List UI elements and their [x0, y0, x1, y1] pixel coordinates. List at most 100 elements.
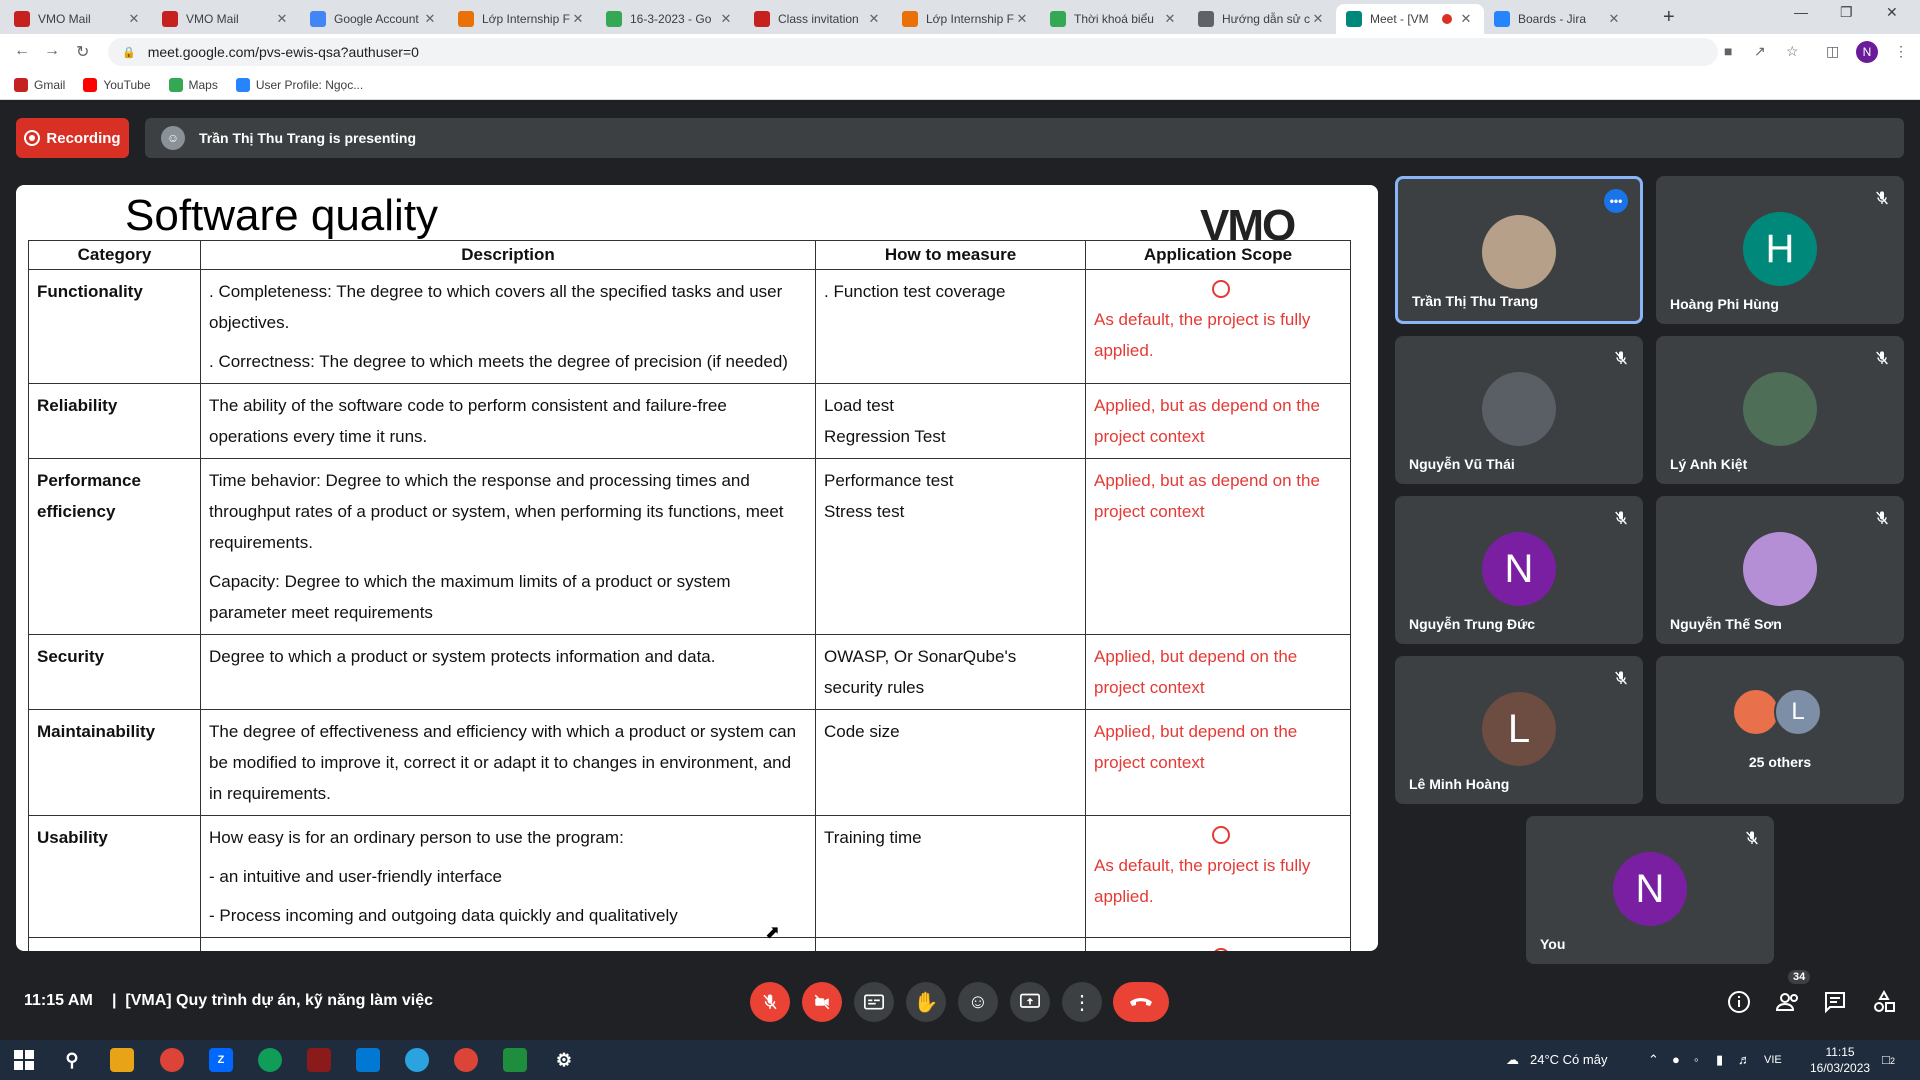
wifi-icon[interactable]: ◦	[1694, 1052, 1699, 1067]
measure-line: . Function test coverage	[824, 282, 1006, 301]
weather-icon[interactable]: ☁	[1506, 1052, 1519, 1068]
chat-icon[interactable]	[1823, 990, 1847, 1014]
browser-tab[interactable]: Hướng dẫn sử c ✕	[1188, 4, 1336, 34]
scope-text: Applied, but as depend on the project co…	[1094, 396, 1320, 446]
tab-close-icon[interactable]: ✕	[570, 11, 586, 27]
menu-kebab-icon[interactable]: ⋮	[1894, 43, 1908, 60]
bookmark-item[interactable]: Gmail	[14, 77, 66, 92]
search-icon[interactable]: ⚲	[60, 1048, 84, 1072]
weather-text[interactable]: 24°C Có mây	[1530, 1052, 1607, 1067]
tray-mic-icon[interactable]: ●	[1672, 1052, 1680, 1067]
activities-icon[interactable]	[1872, 989, 1896, 1014]
camera-off-button[interactable]	[802, 982, 842, 1022]
recording-dot-icon	[1442, 14, 1452, 24]
bookmark-star-icon[interactable]: ☆	[1786, 43, 1799, 60]
sidepanel-icon[interactable]: ◫	[1826, 43, 1839, 60]
participant-tile[interactable]: N Nguyễn Trung Đức	[1395, 496, 1643, 644]
leave-call-button[interactable]	[1113, 982, 1169, 1022]
sheets-icon[interactable]	[503, 1048, 527, 1072]
browser-tab[interactable]: VMO Mail ✕	[4, 4, 152, 34]
language-indicator[interactable]: VIE	[1764, 1054, 1782, 1066]
bookmark-item[interactable]: Maps	[168, 77, 218, 92]
video-off-icon	[814, 994, 830, 1010]
minimize-icon[interactable]: —	[1794, 4, 1808, 20]
browser-tab[interactable]: VMO Mail ✕	[152, 4, 300, 34]
browser-tab[interactable]: Boards - Jira ✕	[1484, 4, 1632, 34]
bookmark-label: Gmail	[34, 77, 66, 92]
participant-tile[interactable]: H Hoàng Phi Hùng	[1656, 176, 1904, 324]
tray-chevron-icon[interactable]: ⌃	[1648, 1052, 1659, 1068]
tab-close-icon[interactable]: ✕	[274, 11, 290, 27]
bookmark-item[interactable]: User Profile: Ngọc...	[235, 77, 363, 92]
people-icon[interactable]	[1775, 990, 1799, 1014]
captions-button[interactable]	[854, 982, 894, 1022]
browser-tab[interactable]: Google Account ✕	[300, 4, 448, 34]
volume-icon[interactable]: ♬	[1738, 1052, 1751, 1067]
new-tab-icon[interactable]: +	[1663, 6, 1675, 29]
tab-close-icon[interactable]: ✕	[1162, 11, 1178, 27]
chrome-icon[interactable]	[160, 1048, 184, 1072]
reactions-button[interactable]: ☺	[958, 982, 998, 1022]
muted-mic-icon	[1613, 510, 1629, 526]
telegram-icon[interactable]	[405, 1048, 429, 1072]
raise-hand-button[interactable]: ✋	[906, 982, 946, 1022]
tab-close-icon[interactable]: ✕	[1458, 11, 1474, 27]
tab-close-icon[interactable]: ✕	[1310, 11, 1326, 27]
info-icon[interactable]	[1727, 990, 1751, 1014]
maximize-icon[interactable]: ❐	[1840, 4, 1853, 21]
tab-close-icon[interactable]: ✕	[866, 11, 882, 27]
description-line: . Correctness: The degree to which meets…	[209, 352, 788, 371]
row-scope: As default, the project is fully applied…	[1085, 269, 1351, 384]
close-window-icon[interactable]: ✕	[1886, 4, 1898, 21]
browser-tab[interactable]: Class invitation ✕	[744, 4, 892, 34]
tab-close-icon[interactable]: ✕	[1014, 11, 1030, 27]
reload-icon[interactable]: ↻	[76, 42, 89, 62]
forward-icon[interactable]: →	[44, 42, 60, 60]
muted-mic-icon	[1874, 350, 1890, 366]
browser-tab[interactable]: Meet - [VM ✕	[1336, 4, 1484, 34]
chrome-active-icon[interactable]	[454, 1048, 478, 1072]
participant-tile[interactable]: Nguyễn Thế Sơn	[1656, 496, 1904, 644]
tab-close-icon[interactable]: ✕	[422, 11, 438, 27]
vscode-icon[interactable]	[356, 1048, 380, 1072]
bookmark-favicon-icon	[14, 77, 28, 92]
participant-tile[interactable]: N You	[1526, 816, 1774, 964]
mic-off-button[interactable]	[750, 982, 790, 1022]
tab-close-icon[interactable]: ✕	[718, 11, 734, 27]
participant-tile[interactable]: Trần Thị Thu Trang •••	[1395, 176, 1643, 324]
battery-icon[interactable]: ▮	[1716, 1052, 1723, 1068]
system-clock[interactable]: 11:15 16/03/2023	[1810, 1044, 1870, 1076]
settings-gear-icon[interactable]: ⚙	[552, 1048, 576, 1072]
meet-main: Recording ☺ Trần Thị Thu Trang is presen…	[0, 100, 1920, 1040]
lock-icon[interactable]: 🔒	[122, 46, 136, 59]
others-tile[interactable]: L 25 others	[1656, 656, 1904, 804]
share-icon[interactable]: ↗	[1754, 43, 1766, 60]
more-options-button[interactable]: ⋮	[1062, 982, 1102, 1022]
tab-close-icon[interactable]: ✕	[1606, 11, 1622, 27]
bookmark-item[interactable]: YouTube	[83, 77, 151, 92]
row-description: The ability of the software code to perf…	[200, 383, 816, 459]
zalo-icon[interactable]: Z	[209, 1048, 233, 1072]
jetbrains-icon[interactable]	[307, 1048, 331, 1072]
quality-table: Category Description How to measure Appl…	[28, 240, 1351, 951]
notification-icon[interactable]: □	[1882, 1052, 1890, 1067]
edge-icon[interactable]	[258, 1048, 282, 1072]
camera-icon[interactable]: ■	[1724, 43, 1732, 59]
file-explorer-icon[interactable]	[110, 1048, 134, 1072]
browser-tab[interactable]: Thời khoá biểu ✕	[1040, 4, 1188, 34]
address-bar[interactable]: 🔒 meet.google.com/pvs-ewis-qsa?authuser=…	[108, 38, 1718, 66]
participant-tile[interactable]: L Lê Minh Hoàng	[1395, 656, 1643, 804]
recording-button[interactable]: Recording	[16, 118, 129, 158]
windows-start-icon[interactable]	[12, 1048, 36, 1072]
profile-avatar[interactable]: N	[1856, 41, 1878, 63]
present-button[interactable]	[1010, 982, 1050, 1022]
browser-tab[interactable]: Lớp Internship F ✕	[892, 4, 1040, 34]
tab-close-icon[interactable]: ✕	[126, 11, 142, 27]
speaking-indicator-icon[interactable]: •••	[1604, 189, 1628, 213]
back-icon[interactable]: ←	[14, 42, 30, 60]
browser-tab[interactable]: Lớp Internship F ✕	[448, 4, 596, 34]
browser-tab[interactable]: 16-3-2023 - Go ✕	[596, 4, 744, 34]
row-scope: Applied, but depend on the project conte…	[1085, 709, 1351, 816]
participant-tile[interactable]: Nguyễn Vũ Thái	[1395, 336, 1643, 484]
participant-tile[interactable]: Lý Anh Kiệt	[1656, 336, 1904, 484]
